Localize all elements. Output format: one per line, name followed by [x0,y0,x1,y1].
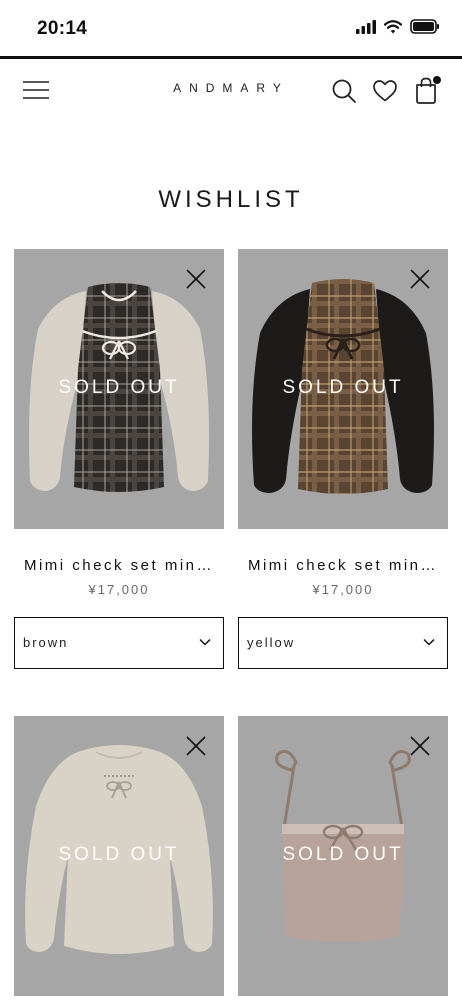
close-icon[interactable] [408,734,432,758]
status-icons [356,19,440,34]
product-price: ¥17,000 [312,582,374,597]
wishlist-item: SOLD OUT Mimi check set min… ¥17,000 yel… [238,249,448,669]
wishlist-item: SOLD OUT [14,716,224,996]
product-image[interactable]: SOLD OUT [14,249,224,529]
wishlist-item: SOLD OUT [238,716,448,996]
battery-icon [410,19,439,34]
sold-out-label: SOLD OUT [58,377,180,398]
sold-out-label: SOLD OUT [58,844,180,865]
color-select-value: brown [23,635,69,650]
product-name[interactable]: Mimi check set min… [14,557,224,574]
page-title: WISHLIST [158,186,304,213]
bag-icon[interactable] [413,75,443,105]
search-icon[interactable] [331,78,357,104]
status-bar: 20:14 [0,0,462,56]
close-icon[interactable] [184,267,208,291]
product-image[interactable]: SOLD OUT [238,249,448,529]
product-price: ¥17,000 [88,582,150,597]
color-select-value: yellow [247,635,296,650]
chevron-down-icon [199,638,211,646]
sold-out-label: SOLD OUT [282,377,404,398]
color-select[interactable]: brown [14,617,224,669]
product-name[interactable]: Mimi check set min… [238,557,448,574]
heart-icon[interactable] [372,79,398,103]
status-time: 20:14 [37,18,88,39]
close-icon[interactable] [408,267,432,291]
product-image[interactable]: SOLD OUT [238,716,448,996]
color-select[interactable]: yellow [238,617,448,669]
close-icon[interactable] [184,734,208,758]
sold-out-label: SOLD OUT [282,844,404,865]
wifi-icon [384,19,402,33]
signal-icon [356,19,376,34]
chevron-down-icon [423,638,435,646]
product-image[interactable]: SOLD OUT [14,716,224,996]
top-nav: ANDMARY [0,59,462,123]
wishlist-item: SOLD OUT Mimi check set min… ¥17,000 bro… [14,249,224,669]
